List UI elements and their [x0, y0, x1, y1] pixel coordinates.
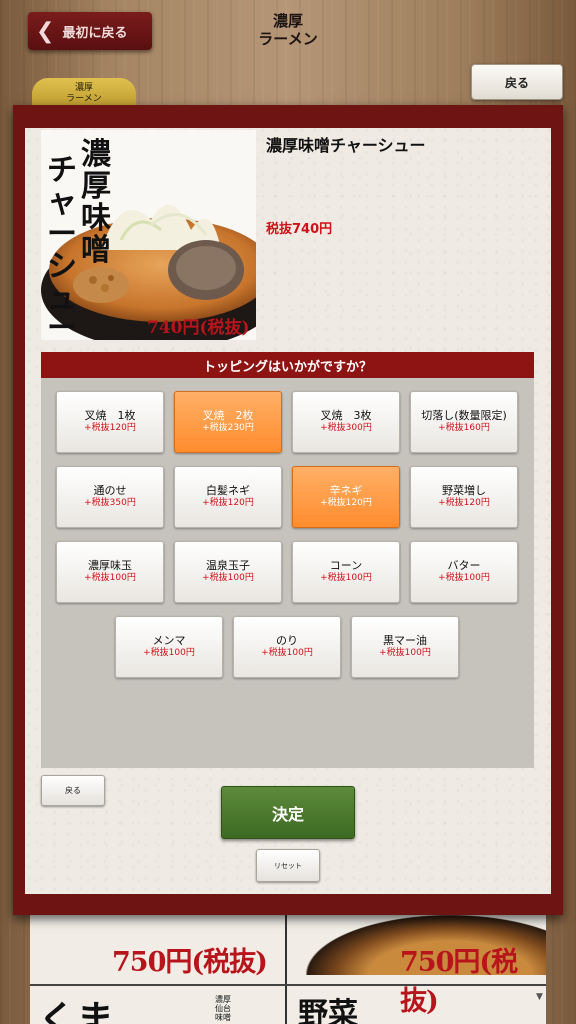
topping-name: 白髪ネギ: [206, 484, 250, 497]
image-title-char: シ: [47, 249, 77, 284]
background-price-right: 750円(税抜): [400, 947, 518, 1017]
topping-option-button[interactable]: のり +税抜100円: [233, 616, 341, 678]
background-item-subtext: 濃厚仙台味噌: [215, 995, 231, 1022]
topping-option-button[interactable]: 切落し(数量限定) +税抜160円: [410, 391, 518, 453]
topping-price: +税抜100円: [379, 648, 431, 658]
background-price-left: 750円(税抜): [112, 947, 268, 978]
reset-button[interactable]: リセット: [256, 849, 320, 882]
background-item-name-right: 野菜: [298, 997, 358, 1024]
topping-price: +税抜100円: [261, 648, 313, 658]
page-title: 濃厚 ラーメン: [258, 12, 318, 48]
topping-name: 切落し(数量限定): [421, 409, 507, 422]
background-item-name-left: くま: [38, 997, 115, 1024]
topping-price: +税抜120円: [202, 498, 254, 508]
topping-price: +税抜100円: [438, 573, 490, 583]
topping-option-button[interactable]: 濃厚味玉 +税抜100円: [56, 541, 164, 603]
topping-header: トッピングはいかがですか？: [41, 352, 534, 378]
topping-price: +税抜160円: [438, 423, 490, 433]
topping-option-button[interactable]: 黒マー油 +税抜100円: [351, 616, 459, 678]
topping-option-button[interactable]: 叉焼 1枚 +税抜120円: [56, 391, 164, 453]
decide-button[interactable]: 決定: [221, 786, 355, 839]
topping-name: コーン: [329, 559, 363, 572]
topping-option-button[interactable]: メンマ +税抜100円: [115, 616, 223, 678]
topping-price: +税抜100円: [84, 573, 136, 583]
image-title-char: 噌: [81, 233, 111, 268]
divider: [285, 915, 287, 1024]
topping-price: +税抜230円: [202, 423, 254, 433]
topping-price: +税抜350円: [84, 498, 136, 508]
topping-name: 野菜増し: [442, 484, 486, 497]
image-title-char: チ: [47, 153, 77, 188]
topping-option-button[interactable]: 白髪ネギ +税抜120円: [174, 466, 282, 528]
topping-name: 叉焼 3枚: [320, 409, 372, 422]
topping-option-button[interactable]: 野菜増し +税抜120円: [410, 466, 518, 528]
product-price: 税抜740円: [266, 222, 333, 237]
topping-price: +税抜100円: [320, 573, 372, 583]
modal-back-button[interactable]: 戻る: [41, 775, 105, 806]
image-title-char: 味: [81, 201, 111, 236]
topping-name: 濃厚味玉: [88, 559, 132, 572]
topping-name: 辛ネギ: [329, 484, 363, 497]
topping-price: +税抜120円: [320, 498, 372, 508]
topping-option-button[interactable]: 温泉玉子 +税抜100円: [174, 541, 282, 603]
image-price-text: 740円(税抜): [147, 317, 250, 338]
topping-price: +税抜120円: [84, 423, 136, 433]
topping-name: 温泉玉子: [206, 559, 250, 572]
topping-price: +税抜120円: [438, 498, 490, 508]
product-image: 濃 厚 味 噌 チ ャ ー シ ュ ー 740円(税抜): [41, 130, 256, 340]
topping-option-button[interactable]: 辛ネギ +税抜120円: [292, 466, 400, 528]
topping-option-button[interactable]: 叉焼 2枚 +税抜230円: [174, 391, 282, 453]
background-menu-page: 750円(税抜) 750円(税抜) くま 濃厚仙台味噌 野菜: [30, 915, 546, 1024]
image-title-char: ー: [47, 217, 77, 252]
image-title-char: ャ: [47, 185, 77, 220]
image-title-char: 濃: [81, 137, 112, 172]
topping-price: +税抜100円: [143, 648, 195, 658]
topping-name: のり: [276, 634, 298, 647]
topping-name: バター: [447, 559, 481, 572]
topping-name: 黒マー油: [383, 634, 427, 647]
topping-option-button[interactable]: 叉焼 3枚 +税抜300円: [292, 391, 400, 453]
triangle-down-icon[interactable]: ▼: [536, 992, 543, 1002]
topping-name: 叉焼 1枚: [84, 409, 136, 422]
image-title-char: ー: [47, 311, 77, 340]
topping-name: 叉焼 2枚: [202, 409, 254, 422]
topping-option-button[interactable]: バター +税抜100円: [410, 541, 518, 603]
topping-name: メンマ: [152, 634, 186, 647]
topping-price: +税抜300円: [320, 423, 372, 433]
product-name: 濃厚味噌チャーシュー: [266, 136, 426, 155]
topping-option-button[interactable]: 通のせ +税抜350円: [56, 466, 164, 528]
topping-name: 通のせ: [93, 484, 127, 497]
top-back-button[interactable]: 戻る: [471, 64, 563, 100]
topping-price: +税抜100円: [202, 573, 254, 583]
topping-option-button[interactable]: コーン +税抜100円: [292, 541, 400, 603]
image-title-char: 厚: [81, 169, 111, 204]
